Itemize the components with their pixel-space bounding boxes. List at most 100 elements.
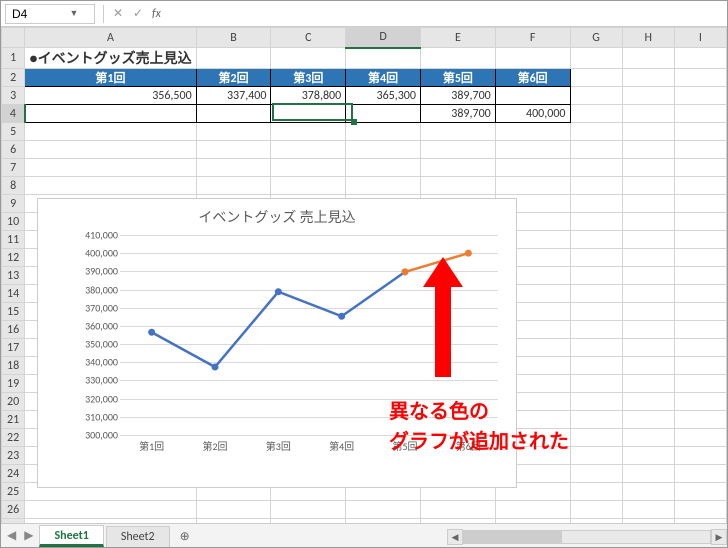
cell[interactable] [271,141,346,159]
cell[interactable] [495,123,570,141]
cell[interactable] [570,483,622,501]
name-box[interactable]: ▼ [5,4,95,24]
cell[interactable] [570,465,622,483]
cell[interactable] [622,483,674,501]
cell[interactable] [196,141,271,159]
cell[interactable] [570,393,622,411]
cell[interactable] [570,285,622,303]
cell[interactable] [674,501,726,519]
cell[interactable] [622,177,674,195]
cell[interactable] [622,393,674,411]
cell[interactable] [420,141,495,159]
row-header[interactable]: 16 [2,321,25,339]
cell[interactable]: 400,000 [495,105,570,123]
cell[interactable]: 第2回 [196,69,271,87]
cell[interactable] [674,195,726,213]
cell[interactable] [346,501,421,519]
cell[interactable] [495,177,570,195]
cell[interactable] [271,501,346,519]
cell[interactable] [25,105,196,123]
cell[interactable] [570,375,622,393]
cell[interactable]: 第6回 [495,69,570,87]
cell[interactable] [674,159,726,177]
row-header[interactable]: 18 [2,357,25,375]
cell[interactable] [196,123,271,141]
cell[interactable] [674,123,726,141]
row-header[interactable]: 12 [2,249,25,267]
cell[interactable] [674,429,726,447]
sheet-nav-prev-icon[interactable]: ◀ [7,528,16,543]
cell[interactable] [495,159,570,177]
cell[interactable] [622,123,674,141]
cell[interactable] [570,141,622,159]
col-header[interactable]: B [196,28,271,48]
cell[interactable] [420,123,495,141]
cell[interactable] [674,141,726,159]
cell[interactable] [674,87,726,105]
cell[interactable] [674,483,726,501]
cell[interactable] [674,339,726,357]
cell[interactable] [674,249,726,267]
cell[interactable] [570,123,622,141]
cell[interactable] [25,123,196,141]
cell[interactable] [622,465,674,483]
cell[interactable] [622,321,674,339]
cell[interactable] [674,321,726,339]
cell[interactable] [420,48,495,69]
row-header[interactable]: 19 [2,375,25,393]
row-header[interactable]: 6 [2,141,25,159]
fx-icon[interactable]: fx [152,7,161,21]
cell[interactable] [25,501,196,519]
cell[interactable] [570,159,622,177]
cell[interactable] [570,321,622,339]
cell[interactable] [622,159,674,177]
cell[interactable] [674,447,726,465]
cell[interactable] [622,285,674,303]
row-header[interactable]: 13 [2,267,25,285]
cell[interactable] [674,69,726,87]
cell[interactable] [346,177,421,195]
row-header[interactable]: 10 [2,213,25,231]
cell[interactable]: 第1回 [25,69,196,87]
cell[interactable] [674,285,726,303]
cell[interactable] [674,411,726,429]
row-header[interactable]: 24 [2,465,25,483]
cell[interactable] [495,48,570,69]
cell[interactable]: 第4回 [346,69,421,87]
cell[interactable] [271,159,346,177]
cell[interactable] [622,375,674,393]
chevron-down-icon[interactable]: ▼ [66,8,82,19]
cell[interactable] [674,465,726,483]
row-header[interactable]: 26 [2,501,25,519]
cell[interactable] [674,213,726,231]
cell[interactable] [674,48,726,69]
cell[interactable] [196,177,271,195]
sheet-tab[interactable]: Sheet2 [106,526,170,547]
row-header[interactable]: 7 [2,159,25,177]
cell[interactable] [674,231,726,249]
cell[interactable] [196,105,271,123]
worksheet-grid[interactable]: ABCDEFGHI1●イベントグッズ売上見込2第1回第2回第3回第4回第5回第6… [1,27,727,537]
cell[interactable] [622,213,674,231]
cell[interactable] [674,393,726,411]
cell[interactable] [346,123,421,141]
cell[interactable] [622,48,674,69]
cell[interactable] [622,267,674,285]
cell[interactable] [570,69,622,87]
cell[interactable] [674,303,726,321]
col-header[interactable]: G [570,28,622,48]
cell[interactable]: 365,300 [346,87,421,105]
cell[interactable] [570,303,622,321]
horizontal-scrollbar[interactable]: ◀ ▶ [447,527,727,547]
row-header[interactable]: 14 [2,285,25,303]
cell[interactable] [622,195,674,213]
row-header[interactable]: 25 [2,483,25,501]
cell[interactable]: 389,700 [420,105,495,123]
row-header[interactable]: 8 [2,177,25,195]
cell[interactable] [420,159,495,177]
row-header[interactable]: 3 [2,87,25,105]
cell[interactable] [570,231,622,249]
col-header[interactable]: H [622,28,674,48]
cell[interactable] [622,357,674,375]
cell[interactable] [570,87,622,105]
